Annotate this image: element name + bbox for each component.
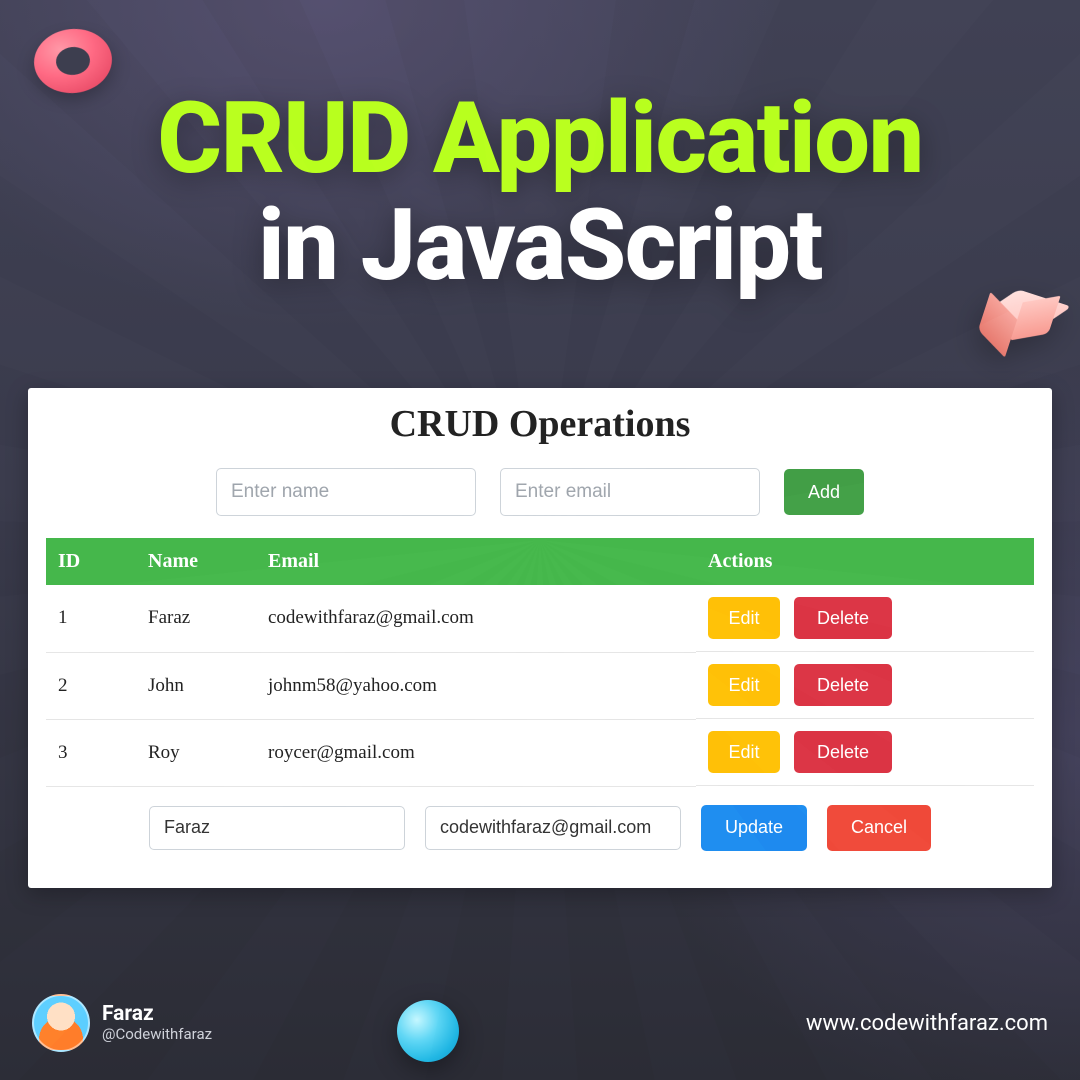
- cell-actions: Edit Delete: [696, 585, 1034, 652]
- avatar: [32, 994, 90, 1052]
- cell-actions: Edit Delete: [696, 719, 1034, 786]
- cell-email: roycer@gmail.com: [256, 719, 696, 786]
- edit-button[interactable]: Edit: [708, 731, 780, 773]
- headline-line2: in JavaScript: [0, 193, 1080, 300]
- footer: Faraz @Codewithfaraz www.codewithfaraz.c…: [32, 994, 1048, 1052]
- profile: Faraz @Codewithfaraz: [32, 994, 212, 1052]
- headline-line1: CRUD Application: [0, 86, 1080, 193]
- edit-button[interactable]: Edit: [708, 664, 780, 706]
- table-row: 3 Roy roycer@gmail.com Edit Delete: [46, 719, 1034, 786]
- edit-form: Update Cancel: [46, 805, 1034, 851]
- email-input[interactable]: [500, 468, 760, 516]
- page-headline: CRUD Application in JavaScript: [0, 86, 1080, 300]
- cell-name: Roy: [136, 719, 256, 786]
- edit-button[interactable]: Edit: [708, 597, 780, 639]
- delete-button[interactable]: Delete: [794, 731, 892, 773]
- table-row: 1 Faraz codewithfaraz@gmail.com Edit Del…: [46, 585, 1034, 652]
- table-row: 2 John johnm58@yahoo.com Edit Delete: [46, 652, 1034, 719]
- add-form: Add: [46, 468, 1034, 516]
- cell-id: 2: [46, 652, 136, 719]
- edit-name-input[interactable]: [149, 806, 405, 850]
- author-name: Faraz: [102, 1003, 212, 1025]
- update-button[interactable]: Update: [701, 805, 807, 851]
- col-id: ID: [46, 538, 136, 585]
- crud-card: CRUD Operations Add ID Name Email Action…: [28, 388, 1052, 888]
- cell-id: 3: [46, 719, 136, 786]
- col-actions: Actions: [696, 538, 1034, 585]
- delete-button[interactable]: Delete: [794, 597, 892, 639]
- cell-email: johnm58@yahoo.com: [256, 652, 696, 719]
- name-input[interactable]: [216, 468, 476, 516]
- author-handle: @Codewithfaraz: [102, 1025, 212, 1043]
- add-button[interactable]: Add: [784, 469, 864, 515]
- site-url: www.codewithfaraz.com: [806, 1011, 1048, 1036]
- edit-email-input[interactable]: [425, 806, 681, 850]
- records-table: ID Name Email Actions 1 Faraz codewithfa…: [46, 538, 1034, 787]
- cell-actions: Edit Delete: [696, 652, 1034, 719]
- col-name: Name: [136, 538, 256, 585]
- cancel-button[interactable]: Cancel: [827, 805, 931, 851]
- cell-name: Faraz: [136, 585, 256, 652]
- cell-name: John: [136, 652, 256, 719]
- card-title: CRUD Operations: [46, 402, 1034, 446]
- cell-id: 1: [46, 585, 136, 652]
- delete-button[interactable]: Delete: [794, 664, 892, 706]
- cell-email: codewithfaraz@gmail.com: [256, 585, 696, 652]
- col-email: Email: [256, 538, 696, 585]
